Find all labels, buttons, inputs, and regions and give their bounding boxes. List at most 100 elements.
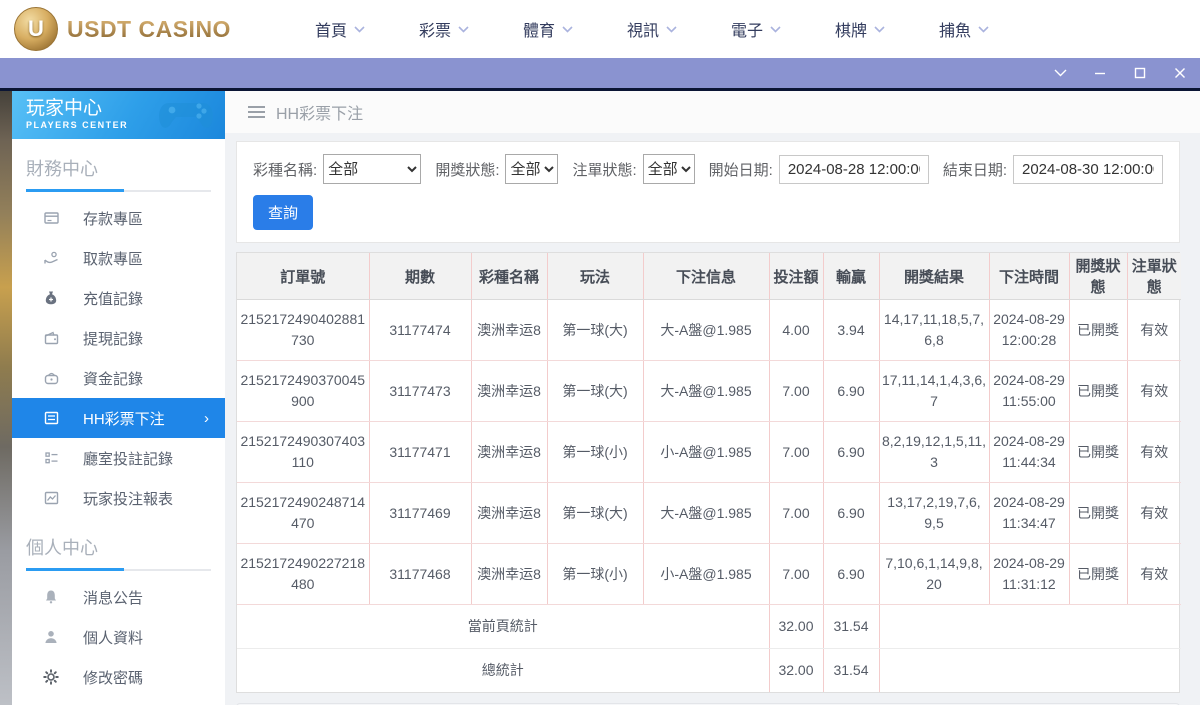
cell-draw-result: 14,17,11,18,5,7,6,8 [879, 300, 989, 361]
cell-lottery-name: 澳洲幸运8 [471, 483, 547, 544]
order-status-label: 注單狀態: [572, 159, 636, 180]
window-minimize-button[interactable] [1080, 58, 1120, 88]
cell-order-status: 有效 [1127, 361, 1181, 422]
cell-lottery-name: 澳洲幸运8 [471, 361, 547, 422]
chevron-down-icon [874, 26, 885, 33]
chevron-down-icon [666, 26, 677, 33]
draw-status-select[interactable]: 全部 [505, 154, 558, 184]
start-date-input[interactable] [779, 155, 929, 184]
cell-lottery-name: 澳洲幸运8 [471, 300, 547, 361]
chevron-down-icon [770, 26, 781, 33]
sidebar-item-recharge-records[interactable]: 充值記錄 [12, 278, 225, 318]
cell-draw-status: 已開獎 [1069, 422, 1127, 483]
chevron-down-icon [458, 26, 469, 33]
order-status-select[interactable]: 全部 [643, 154, 695, 184]
col-bet-info: 下注信息 [643, 253, 769, 300]
nav-item-label: 彩票 [419, 17, 451, 41]
cell-order-id: 2152172490402881730 [237, 300, 369, 361]
nav-item-board-games[interactable]: 棋牌 [808, 17, 912, 41]
sidebar-section-personal-title: 個人中心 [12, 518, 225, 569]
nav-item-home[interactable]: 首頁 [288, 17, 392, 41]
sidebar-item-deposit[interactable]: 存款專區 [12, 198, 225, 238]
summary-label: 總統計 [237, 649, 769, 693]
hamburger-icon[interactable] [248, 106, 265, 118]
col-win-loss: 輸贏 [823, 253, 879, 300]
sidebar-section-agent-title: 代理中心 [12, 697, 225, 705]
window-close-button[interactable] [1160, 58, 1200, 88]
nav-item-slots[interactable]: 電子 [704, 17, 808, 41]
cell-bet-time: 2024-08-29 11:55:00 [989, 361, 1069, 422]
search-button[interactable]: 查詢 [253, 195, 313, 230]
close-icon [1174, 67, 1186, 79]
sidebar-section-finance-title: 財務中心 [12, 139, 225, 190]
wallet-icon [42, 330, 60, 346]
cell-draw-result: 13,17,2,19,7,6,9,5 [879, 483, 989, 544]
cell-lottery-name: 澳洲幸运8 [471, 544, 547, 605]
hand-coin-icon [42, 250, 60, 266]
sidebar-item-label: 取款專區 [83, 248, 143, 269]
sidebar-item-player-bet-report[interactable]: 玩家投注報表 [12, 478, 225, 518]
nav-item-label: 體育 [523, 17, 555, 41]
sidebar-item-label: 資金記錄 [83, 368, 143, 389]
cell-order-id: 2152172490227218480 [237, 544, 369, 605]
cell-period: 31177468 [369, 544, 471, 605]
page-title: HH彩票下注 [276, 100, 363, 124]
user-icon [42, 629, 60, 645]
deposit-card-icon [42, 210, 60, 226]
sidebar-item-room-bet-records[interactable]: 廳室投註記錄 [12, 438, 225, 478]
gamepad-icon [155, 95, 217, 135]
summary-win-total: 31.54 [823, 649, 879, 693]
nav-item-fishing[interactable]: 捕魚 [912, 17, 1016, 41]
cell-bet-time: 2024-08-29 11:44:34 [989, 422, 1069, 483]
sidebar-item-hh-lottery-bets[interactable]: HH彩票下注 › [12, 398, 225, 438]
cell-win-loss: 6.90 [823, 483, 879, 544]
sidebar-item-profile[interactable]: 個人資料 [12, 617, 225, 657]
bell-icon [42, 589, 60, 605]
sidebar-item-announcements[interactable]: 消息公告 [12, 577, 225, 617]
cell-win-loss: 6.90 [823, 544, 879, 605]
cell-bet-info: 大-A盤@1.985 [643, 483, 769, 544]
end-date-input[interactable] [1013, 155, 1163, 184]
sidebar-item-funds-records[interactable]: 資金記錄 [12, 358, 225, 398]
sidebar-item-withdraw[interactable]: 取款專區 [12, 238, 225, 278]
cell-win-loss: 6.90 [823, 361, 879, 422]
table-row: 2152172490307403110 31177471 澳洲幸运8 第一球(小… [237, 422, 1181, 483]
nav-item-label: 電子 [731, 17, 763, 41]
document-list-icon [42, 410, 60, 426]
sidebar-item-change-password[interactable]: 修改密碼 [12, 657, 225, 697]
sidebar: 玩家中心 PLAYERS CENTER 財務中心 存款專區 取款專區 [12, 91, 225, 705]
background-photo-strip [0, 91, 12, 705]
table-row: 2152172490402881730 31177474 澳洲幸运8 第一球(大… [237, 300, 1181, 361]
summary-bet-total: 32.00 [769, 649, 823, 693]
cell-play-type: 第一球(小) [547, 544, 643, 605]
nav-item-live-video[interactable]: 視訊 [600, 17, 704, 41]
summary-row-grand-total: 總統計 32.00 31.54 [237, 649, 1181, 693]
cell-draw-result: 8,2,19,12,1,5,11,3 [879, 422, 989, 483]
col-bet-amount: 投注額 [769, 253, 823, 300]
summary-empty [879, 605, 1181, 649]
cell-order-id: 2152172490307403110 [237, 422, 369, 483]
cell-win-loss: 6.90 [823, 422, 879, 483]
cell-bet-time: 2024-08-29 11:34:47 [989, 483, 1069, 544]
brand-name: USDT CASINO [67, 16, 231, 43]
window-maximize-button[interactable] [1120, 58, 1160, 88]
brand-logo[interactable]: U USDT CASINO [0, 7, 250, 51]
nav-item-label: 首頁 [315, 17, 347, 41]
nav-item-sports[interactable]: 體育 [496, 17, 600, 41]
main-content: HH彩票下注 彩種名稱: 全部 開獎狀態: 全部 注單狀態: 全部 開始日期: … [225, 91, 1200, 705]
sidebar-item-label: 存款專區 [83, 208, 143, 229]
cell-draw-status: 已開獎 [1069, 361, 1127, 422]
main-nav: 首頁 彩票 體育 視訊 電子 棋牌 捕魚 [288, 17, 1016, 41]
summary-win-total: 31.54 [823, 605, 879, 649]
sidebar-item-withdrawal-records[interactable]: 提現記錄 [12, 318, 225, 358]
nav-item-label: 視訊 [627, 17, 659, 41]
table-row: 2152172490248714470 31177469 澳洲幸运8 第一球(大… [237, 483, 1181, 544]
chevron-down-icon [562, 26, 573, 33]
nav-item-lottery[interactable]: 彩票 [392, 17, 496, 41]
brand-logo-icon: U [14, 7, 58, 51]
cell-draw-status: 已開獎 [1069, 300, 1127, 361]
lottery-name-select[interactable]: 全部 [323, 154, 421, 184]
cell-play-type: 第一球(大) [547, 361, 643, 422]
window-dropdown-button[interactable] [1040, 58, 1080, 88]
col-draw-result: 開獎結果 [879, 253, 989, 300]
